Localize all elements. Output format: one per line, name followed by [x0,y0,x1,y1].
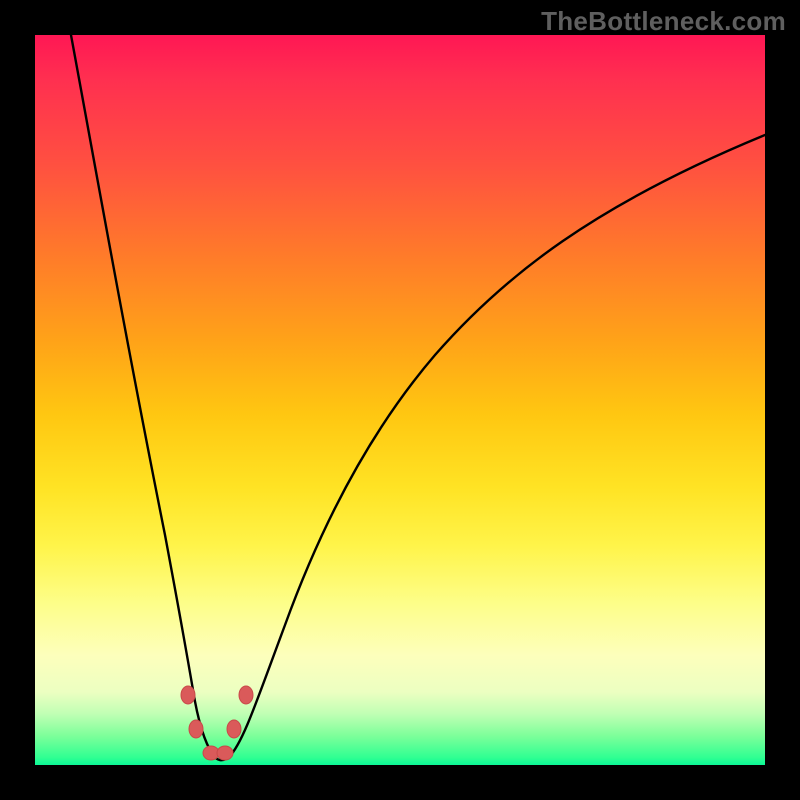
marker-dot [181,686,195,704]
marker-dot [227,720,241,738]
watermark-text: TheBottleneck.com [541,6,786,37]
marker-group [181,686,253,760]
chart-frame: TheBottleneck.com [0,0,800,800]
plot-area [35,35,765,765]
marker-dot [239,686,253,704]
marker-dot [189,720,203,738]
curve-path [71,35,765,760]
bottleneck-curve [35,35,765,765]
marker-dot [217,746,233,760]
